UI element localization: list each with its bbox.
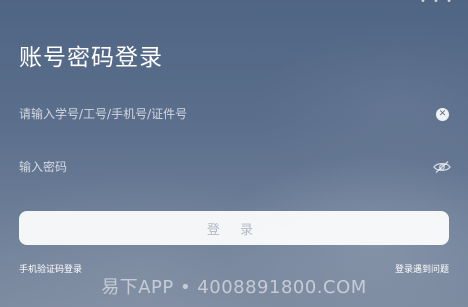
clear-icon[interactable]: ✕ (436, 107, 449, 121)
password-field (19, 155, 451, 179)
password-input[interactable] (19, 160, 433, 174)
login-button[interactable]: 登 录 (19, 211, 449, 245)
eye-off-icon[interactable] (433, 160, 451, 174)
watermark-text: 易下APP • 4008891800.COM (101, 277, 367, 298)
status-indicator: • • • (419, 0, 454, 7)
page-title: 账号密码登录 (19, 45, 163, 71)
account-field: ✕ (19, 102, 451, 126)
account-input[interactable] (19, 107, 436, 121)
